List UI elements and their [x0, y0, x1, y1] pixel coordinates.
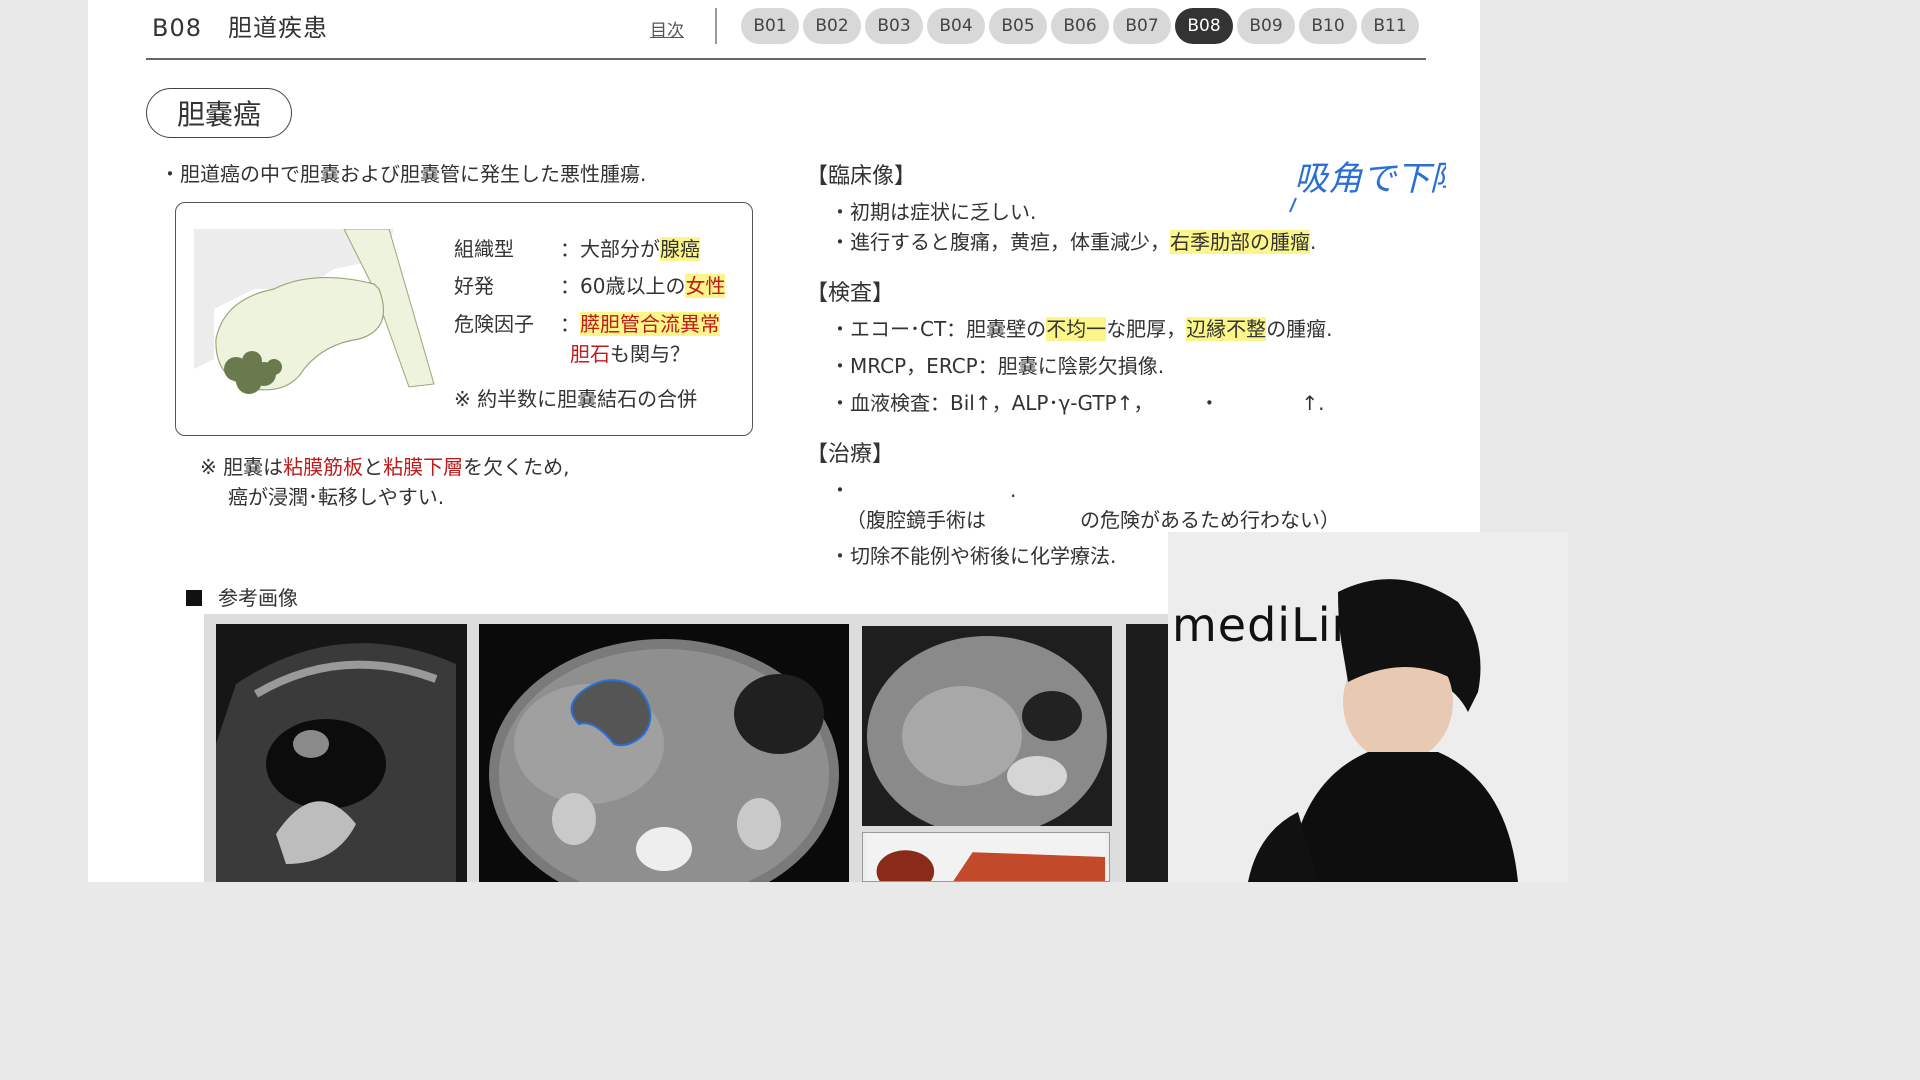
- chapter-title: B08 胆道疾患: [152, 8, 328, 43]
- treatment-line-3: ・切除不能例や術後に化学療法.: [830, 544, 1117, 568]
- info-row-risk-cont: 胆石も関与？: [570, 342, 690, 366]
- info-row-risk: 危険因子 ：膵胆管合流異常: [454, 312, 720, 336]
- chapter-tab-b09[interactable]: B09: [1237, 8, 1295, 44]
- square-bullet-icon: [186, 590, 202, 606]
- chapter-tab-b04[interactable]: B04: [927, 8, 985, 44]
- chapter-tab-b01[interactable]: B01: [741, 8, 799, 44]
- info-row-histology: 組織型 ：大部分が腺癌: [454, 237, 700, 261]
- svg-text:吸角で下障: 吸角で下障: [1294, 159, 1446, 199]
- chapter-code: B08: [152, 14, 203, 42]
- chapter-tab-b08[interactable]: B08: [1175, 8, 1233, 44]
- info-note: ※ 約半数に胆嚢結石の合併: [454, 387, 698, 411]
- exam-line-3: ・血液検査：Bil↑，ALP･γ-GTP↑，・ ↑.: [830, 391, 1325, 415]
- clinical-heading: 【臨床像】: [806, 164, 917, 189]
- header-rule: [146, 58, 1426, 60]
- chapter-tab-b10[interactable]: B10: [1299, 8, 1357, 44]
- reference-heading: 参考画像: [186, 582, 298, 611]
- section-title: 胆嚢癌: [146, 88, 292, 138]
- info-box: 組織型 ：大部分が腺癌 好発 ：60歳以上の女性 危険因子 ：膵胆管合流異常 胆石も関…: [175, 202, 753, 436]
- exam-line-1: ・エコー･CT：胆嚢壁の不均一な肥厚，辺縁不整の腫瘤.: [830, 317, 1333, 341]
- chapter-tab-b06[interactable]: B06: [1051, 8, 1109, 44]
- chapter-tab-b11[interactable]: B11: [1361, 8, 1419, 44]
- pathology-image: [862, 832, 1110, 882]
- ct-image-coronal: [862, 626, 1112, 826]
- ct-image-axial: [479, 624, 849, 882]
- exam-heading: 【検査】: [806, 281, 895, 306]
- chapter-tabs: B01 B02 B03 B04 B05 B06 B07 B08 B09 B10 B11: [741, 8, 1423, 44]
- handwritten-annotation: 吸角で下障: [1289, 159, 1446, 213]
- ultrasound-image: [216, 624, 467, 882]
- presenter-webcam: mediLin: [1168, 532, 1568, 882]
- chapter-tab-b02[interactable]: B02: [803, 8, 861, 44]
- gallbladder-illustration: [194, 229, 435, 394]
- presenter-figure: [1248, 579, 1518, 882]
- chapter-tab-b03[interactable]: B03: [865, 8, 923, 44]
- treatment-heading: 【治療】: [806, 442, 895, 467]
- chapter-tab-b07[interactable]: B07: [1113, 8, 1171, 44]
- wall-note: ※ 胆嚢は粘膜筋板と粘膜下層を欠くため, 癌が浸潤･転移しやすい.: [200, 455, 570, 509]
- header-divider: [715, 8, 717, 44]
- treatment-line-2: （腹腔鏡手術は の危険があるため行わない）: [846, 508, 1340, 532]
- exam-line-2: ・MRCP，ERCP：胆嚢に陰影欠損像.: [830, 354, 1165, 378]
- treatment-line-1: ・.: [830, 478, 1017, 502]
- clinical-line-2: ・進行すると腹痛，黄疸，体重減少，右季肋部の腫瘤.: [830, 230, 1317, 254]
- toc-link[interactable]: 目次: [650, 16, 684, 41]
- ct-image-partial: [1126, 624, 1170, 882]
- chapter-tab-b05[interactable]: B05: [989, 8, 1047, 44]
- info-row-onset: 好発 ：60歳以上の女性: [454, 274, 726, 298]
- clinical-line-1: ・初期は症状に乏しい.: [830, 200, 1037, 224]
- chapter-name: 胆道疾患: [228, 14, 329, 42]
- section-intro: ・胆道癌の中で胆嚢および胆嚢管に発生した悪性腫瘍.: [160, 162, 647, 186]
